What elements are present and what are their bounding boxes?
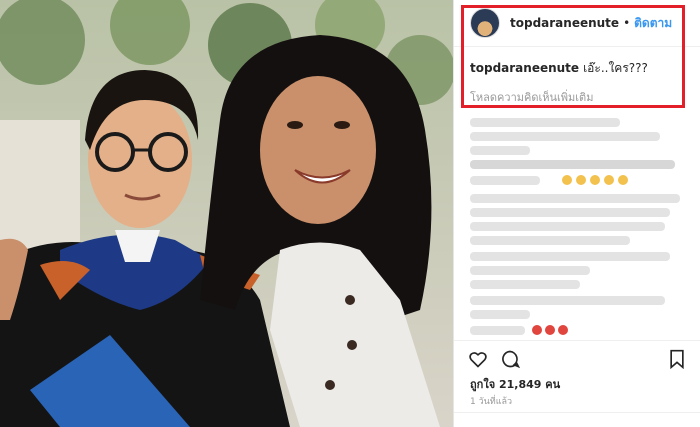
blurred-comment bbox=[470, 310, 530, 319]
heart-emoji-icon bbox=[532, 325, 542, 335]
post-header: topdaraneenute • ติดตาม bbox=[454, 0, 700, 46]
post-photo bbox=[0, 0, 453, 427]
blurred-comment bbox=[470, 222, 665, 231]
post-sidebar: topdaraneenute • ติดตาม topdaraneenute เอ… bbox=[453, 0, 700, 427]
blurred-comment bbox=[470, 176, 540, 185]
likes-count[interactable]: ถูกใจ 21,849 คน bbox=[470, 375, 560, 393]
bottom-divider bbox=[454, 412, 700, 413]
blurred-comment bbox=[470, 296, 665, 305]
caption-text: เอ๊ะ..ใคร??? bbox=[583, 61, 648, 75]
load-more-comments-link[interactable]: โหลดความคิดเห็นเพิ่มเติม bbox=[454, 78, 700, 106]
instagram-post: topdaraneenute • ติดตาม topdaraneenute เอ… bbox=[0, 0, 700, 427]
emoji-icon bbox=[590, 175, 600, 185]
blurred-comment bbox=[470, 326, 525, 335]
blurred-comment bbox=[470, 266, 590, 275]
heart-emoji-icon bbox=[545, 325, 555, 335]
heart-icon[interactable] bbox=[468, 349, 488, 369]
blurred-comment bbox=[470, 132, 660, 141]
post-timestamp: 1 วันที่แล้ว bbox=[470, 397, 513, 407]
follow-button[interactable]: ติดตาม bbox=[634, 14, 672, 33]
blurred-comment bbox=[470, 208, 670, 217]
blurred-comment bbox=[470, 194, 680, 203]
blurred-comment bbox=[470, 236, 630, 245]
comment-bubble-icon[interactable] bbox=[500, 349, 520, 369]
caption-username[interactable]: topdaraneenute bbox=[470, 61, 579, 75]
bookmark-icon[interactable] bbox=[668, 349, 686, 369]
header-username[interactable]: topdaraneenute bbox=[510, 16, 619, 30]
profile-avatar[interactable] bbox=[470, 8, 500, 38]
caption: topdaraneenute เอ๊ะ..ใคร??? bbox=[454, 47, 700, 78]
blurred-comment bbox=[470, 252, 670, 261]
separator-dot: • bbox=[623, 16, 631, 30]
graduation-photo bbox=[0, 0, 453, 427]
emoji-icon bbox=[618, 175, 628, 185]
emoji-icon bbox=[604, 175, 614, 185]
blurred-comment bbox=[470, 280, 580, 289]
blurred-comment bbox=[470, 146, 530, 155]
emoji-icon bbox=[562, 175, 572, 185]
emoji-icon bbox=[576, 175, 586, 185]
blurred-comment bbox=[470, 160, 675, 169]
heart-emoji-icon bbox=[558, 325, 568, 335]
blurred-comment bbox=[470, 118, 620, 127]
